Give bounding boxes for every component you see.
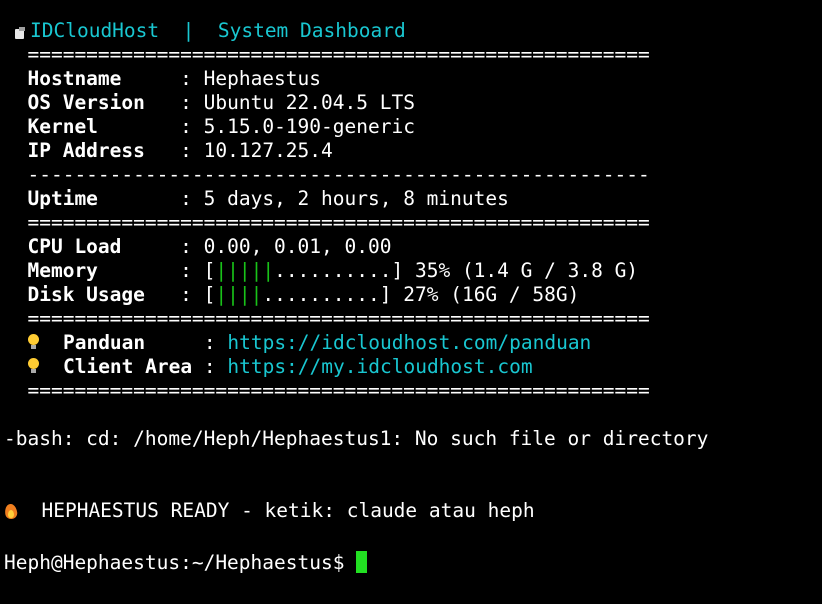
panduan-row: Panduan : https://idcloudhost.com/pandua…: [4, 331, 591, 355]
os-value: Ubuntu 22.04.5 LTS: [203, 91, 415, 114]
rule-double-2: ========================================…: [27, 211, 650, 234]
memory-bar: [|||||..........]: [203, 259, 404, 282]
error-line: -bash: cd: /home/Heph/Hephaestus1: No su…: [4, 427, 709, 450]
ready-message: HEPHAESTUS READY - ketik: claude atau he…: [41, 499, 535, 522]
ip-label: IP Address: [27, 139, 145, 162]
disk-bar-fill: ||||: [215, 283, 263, 306]
ip-row: IP Address : 10.127.25.4: [27, 139, 333, 162]
memory-label: Memory: [27, 259, 98, 282]
kernel-label: Kernel: [27, 115, 98, 138]
cpu-value: 0.00, 0.01, 0.00: [203, 235, 392, 258]
uptime-row: Uptime : 5 days, 2 hours, 8 minutes: [27, 187, 509, 210]
memory-row: Memory : [|||||..........] 35% (1.4 G / …: [27, 259, 639, 282]
cpu-label: CPU Load: [27, 235, 122, 258]
lightbulb-icon: [27, 334, 40, 352]
cpu-row: CPU Load : 0.00, 0.01, 0.00: [27, 235, 392, 258]
disk-value: 27% (16G / 58G): [403, 283, 580, 306]
os-label: OS Version: [27, 91, 145, 114]
dashboard-title-line: IDCloudHost | System Dashboard: [4, 19, 406, 43]
title-separator: |: [182, 19, 195, 42]
uptime-label: Uptime: [27, 187, 98, 210]
fire-icon: [4, 503, 18, 521]
ready-line: HEPHAESTUS READY - ketik: claude atau he…: [4, 499, 535, 523]
prompt-line[interactable]: Heph@Hephaestus:~/Hephaestus$: [4, 547, 368, 574]
rule-double-1: ========================================…: [27, 43, 650, 66]
rule-double-3: ========================================…: [27, 307, 650, 330]
hostname-label: Hostname: [27, 67, 122, 90]
server-icon: [15, 27, 26, 39]
panduan-label: Panduan: [62, 331, 146, 354]
kernel-value: 5.15.0-190-generic: [203, 115, 415, 138]
memory-bar-fill: |||||: [215, 259, 275, 282]
disk-label: Disk Usage: [27, 283, 145, 306]
os-row: OS Version : Ubuntu 22.04.5 LTS: [27, 91, 415, 114]
client-area-row: Client Area : https://my.idcloudhost.com: [4, 355, 533, 379]
uptime-value: 5 days, 2 hours, 8 minutes: [203, 187, 509, 210]
rule-double-4: ========================================…: [27, 379, 650, 402]
disk-bar: [||||..........]: [203, 283, 392, 306]
panduan-link[interactable]: https://idcloudhost.com/panduan: [227, 331, 591, 354]
hostname-row: Hostname : Hephaestus: [27, 67, 322, 90]
client-area-label: Client Area: [62, 355, 193, 378]
lightbulb-icon: [27, 358, 40, 376]
terminal-cursor[interactable]: [356, 551, 368, 573]
memory-value: 35% (1.4 G / 3.8 G): [414, 259, 639, 282]
shell-prompt: Heph@Hephaestus:~/Hephaestus$: [4, 551, 357, 574]
brand-name: IDCloudHost: [30, 19, 160, 42]
client-area-link[interactable]: https://my.idcloudhost.com: [227, 355, 532, 378]
kernel-row: Kernel : 5.15.0-190-generic: [27, 115, 415, 138]
hostname-value: Hephaestus: [203, 67, 322, 90]
dashboard-title: System Dashboard: [217, 19, 406, 42]
ip-value: 10.127.25.4: [203, 139, 333, 162]
disk-row: Disk Usage : [||||..........] 27% (16G /…: [27, 283, 580, 306]
rule-single-1: ----------------------------------------…: [27, 163, 650, 186]
